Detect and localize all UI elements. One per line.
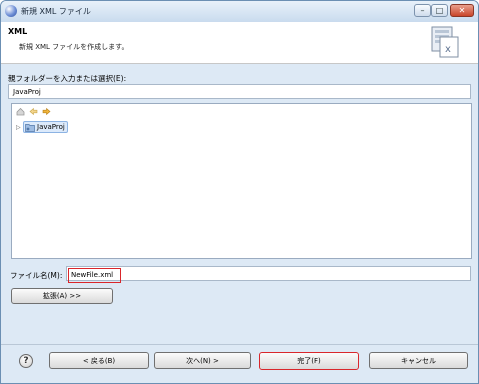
new-xml-file-dialog: 新規 XML ファイル – □ ✕ XML 新規 XML ファイルを作成します。…: [0, 0, 479, 384]
xml-file-wizard-icon: x: [431, 26, 459, 58]
parent-folder-label: 親フォルダーを入力または選択(E):: [8, 74, 127, 83]
finish-button[interactable]: 完了(F): [259, 352, 359, 370]
window-title: 新規 XML ファイル: [21, 7, 91, 16]
back-arrow-icon[interactable]: [29, 107, 38, 116]
back-button[interactable]: < 戻る(B): [49, 352, 149, 369]
file-name-label: ファイル名(M):: [10, 271, 63, 280]
close-icon: ✕: [458, 5, 466, 15]
parent-folder-input[interactable]: JavaProj: [8, 84, 471, 99]
maximize-icon: □: [435, 5, 444, 15]
page-description: 新規 XML ファイルを作成します。: [19, 43, 129, 51]
tree-toolbar: [16, 107, 51, 117]
file-name-input[interactable]: NewFile.xml: [68, 268, 121, 283]
home-icon[interactable]: [16, 107, 25, 116]
wizard-content: 親フォルダーを入力または選択(E): JavaProj ▷ JavaProj フ…: [1, 65, 478, 344]
advanced-button[interactable]: 拡張(A) >>: [11, 288, 113, 304]
tree-item-javaproj[interactable]: JavaProj: [23, 121, 68, 133]
page-title: XML: [8, 27, 28, 36]
maximize-button[interactable]: □: [431, 4, 448, 17]
button-bar: ? < 戻る(B) 次へ(N) > 完了(F) キャンセル: [1, 344, 478, 383]
tree-item-label: JavaProj: [37, 123, 65, 131]
java-project-folder-icon: [25, 123, 35, 132]
close-button[interactable]: ✕: [450, 4, 474, 17]
file-name-field[interactable]: NewFile.xml: [66, 266, 471, 283]
title-bar[interactable]: 新規 XML ファイル – □ ✕: [1, 1, 478, 22]
folder-tree[interactable]: ▷ JavaProj: [11, 103, 472, 259]
svg-text:x: x: [445, 44, 451, 55]
tree-row[interactable]: ▷ JavaProj: [16, 121, 68, 133]
minimize-button[interactable]: –: [414, 4, 431, 17]
help-icon[interactable]: ?: [19, 354, 33, 368]
eclipse-app-icon: [5, 5, 17, 17]
minimize-icon: –: [420, 5, 425, 15]
cancel-button[interactable]: キャンセル: [369, 352, 468, 369]
next-button[interactable]: 次へ(N) >: [154, 352, 251, 369]
forward-arrow-icon[interactable]: [42, 107, 51, 116]
wizard-header: XML 新規 XML ファイルを作成します。 x: [1, 22, 478, 64]
expand-arrow-icon[interactable]: ▷: [16, 124, 23, 131]
